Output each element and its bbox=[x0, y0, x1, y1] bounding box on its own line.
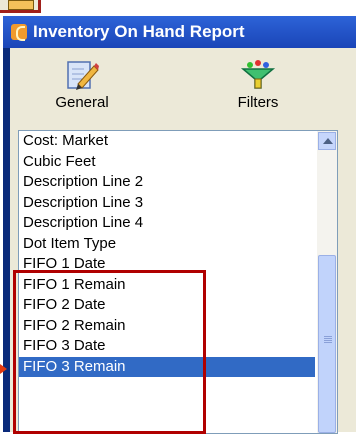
partial-tab-fragment bbox=[0, 0, 41, 13]
general-label: General bbox=[55, 94, 109, 111]
list-item[interactable]: Description Line 2 bbox=[19, 172, 315, 193]
field-list: Cost: Market Cubic Feet Description Line… bbox=[19, 131, 315, 377]
report-window: Inventory On Hand Report General Filters… bbox=[3, 16, 356, 434]
list-item[interactable]: FIFO 1 Date bbox=[19, 254, 315, 275]
field-listbox[interactable]: Cost: Market Cubic Feet Description Line… bbox=[18, 130, 338, 434]
general-button[interactable]: General bbox=[32, 60, 132, 116]
window-title: Inventory On Hand Report bbox=[33, 22, 245, 41]
partial-icon bbox=[8, 0, 34, 10]
scroll-up-arrow-icon[interactable] bbox=[318, 132, 336, 150]
filters-button[interactable]: Filters bbox=[208, 60, 308, 116]
list-item[interactable]: FIFO 3 Date bbox=[19, 336, 315, 357]
filters-label: Filters bbox=[237, 94, 279, 111]
pencil-page-icon bbox=[64, 60, 100, 90]
title-bar[interactable]: Inventory On Hand Report bbox=[3, 16, 356, 48]
list-item[interactable]: FIFO 1 Remain bbox=[19, 275, 315, 296]
list-item[interactable]: Cost: Market bbox=[19, 131, 315, 152]
arrow-pointer-icon bbox=[0, 364, 7, 374]
list-item[interactable]: Cubic Feet bbox=[19, 152, 315, 173]
list-item[interactable]: Description Line 4 bbox=[19, 213, 315, 234]
report-panel: General Filters Cost: Market Cubic Feet … bbox=[10, 48, 356, 434]
toolbar: General Filters bbox=[10, 48, 356, 122]
list-item-selected[interactable]: FIFO 3 Remain bbox=[19, 356, 315, 377]
grip-icon bbox=[324, 336, 332, 337]
list-item[interactable]: Dot Item Type bbox=[19, 234, 315, 255]
list-item[interactable]: FIFO 2 Date bbox=[19, 295, 315, 316]
list-item[interactable]: FIFO 2 Remain bbox=[19, 316, 315, 337]
vertical-scrollbar[interactable] bbox=[317, 131, 337, 433]
app-icon bbox=[11, 24, 27, 41]
list-item[interactable]: Description Line 3 bbox=[19, 193, 315, 214]
funnel-icon bbox=[240, 60, 276, 90]
scroll-thumb[interactable] bbox=[318, 255, 336, 433]
